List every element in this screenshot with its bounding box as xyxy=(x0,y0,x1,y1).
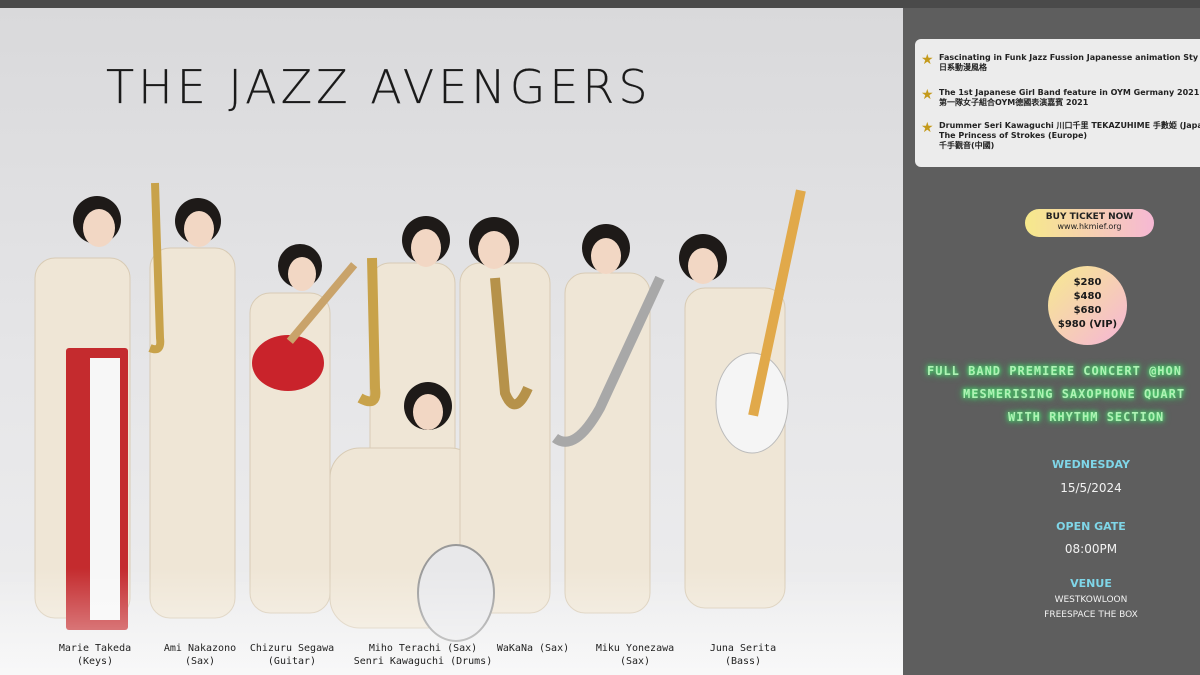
highlight-item: ★ The 1st Japanese Girl Band feature in … xyxy=(921,88,1199,108)
venue-line: WESTKOWLOON xyxy=(1054,595,1128,605)
gate-time: 08:00PM xyxy=(1064,542,1118,556)
buy-ticket-label: BUY TICKET NOW xyxy=(1045,212,1134,222)
poster-photo: THE JAZZ AVENGERS Marie Takeda (Keys) Am… xyxy=(0,8,903,675)
member-caption: Chizuru Segawa (Guitar) xyxy=(237,642,347,668)
headline-line: FULL BAND PREMIERE CONCERT @HON xyxy=(927,364,1182,378)
price-badge: $280 $480 $680 $980 (VIP) xyxy=(1048,266,1127,345)
highlight-text: 千手觀音(中國) xyxy=(939,141,995,150)
buy-ticket-button[interactable]: BUY TICKET NOW www.hkmief.org xyxy=(1025,209,1154,237)
day-label: WEDNESDAY xyxy=(1052,458,1130,471)
member-role: (Guitar) xyxy=(267,656,317,667)
highlight-text: The 1st Japanese Girl Band feature in OY… xyxy=(939,88,1200,97)
member-name: Miku Yonezawa xyxy=(595,643,675,654)
star-icon: ★ xyxy=(921,87,934,103)
venue-line: FREESPACE THE BOX xyxy=(1044,610,1138,620)
star-icon: ★ xyxy=(921,52,934,68)
star-icon: ★ xyxy=(921,120,934,136)
highlight-text: 第一隊女子組合OYM德國表演嘉賓 2021 xyxy=(939,98,1089,107)
highlight-item: ★ Fascinating in Funk Jazz Fussion Japan… xyxy=(921,53,1198,73)
member-caption: Juna Serita (Bass) xyxy=(688,642,798,668)
headline-line: WITH RHYTHM SECTION xyxy=(1008,410,1165,424)
member-role: (Sax) xyxy=(619,656,651,667)
event-date: 15/5/2024 xyxy=(1060,481,1122,495)
member-role: (Keys) xyxy=(76,656,114,667)
price-item: $680 xyxy=(1073,305,1102,316)
member-caption: WaKaNa (Sax) xyxy=(478,642,588,655)
member-caption: Marie Takeda (Keys) xyxy=(40,642,150,668)
headline-line: MESMERISING SAXOPHONE QUART xyxy=(963,387,1186,401)
member-name: Chizuru Segawa xyxy=(249,643,335,654)
member-name: WaKaNa (Sax) xyxy=(496,643,570,654)
member-name: Juna Serita xyxy=(709,643,777,654)
highlight-text: 日系動漫風格 xyxy=(939,63,987,72)
gate-label: OPEN GATE xyxy=(1056,520,1126,533)
highlight-text: Fascinating in Funk Jazz Fussion Japanes… xyxy=(939,53,1199,62)
price-item: $480 xyxy=(1073,291,1102,302)
price-item: $280 xyxy=(1073,277,1102,288)
highlights-box: ★ Fascinating in Funk Jazz Fussion Japan… xyxy=(915,39,1200,167)
highlight-item: ★ Drummer Seri Kawaguchi 川口千里 TEKAZUHIME… xyxy=(921,121,1200,151)
top-bar xyxy=(0,0,1200,8)
member-caption: Miku Yonezawa (Sax) xyxy=(580,642,690,668)
member-name: Marie Takeda xyxy=(58,643,132,654)
venue-label: VENUE xyxy=(1070,577,1112,590)
ticket-url[interactable]: www.hkmief.org xyxy=(1025,222,1154,231)
highlight-text: The Princess of Strokes (Europe) xyxy=(939,131,1088,140)
member-role: Senri Kawaguchi (Drums) xyxy=(353,656,493,667)
price-item: $980 (VIP) xyxy=(1057,319,1118,330)
member-role: (Bass) xyxy=(724,656,762,667)
highlight-text: Drummer Seri Kawaguchi 川口千里 TEKAZUHIME 手… xyxy=(939,121,1200,130)
